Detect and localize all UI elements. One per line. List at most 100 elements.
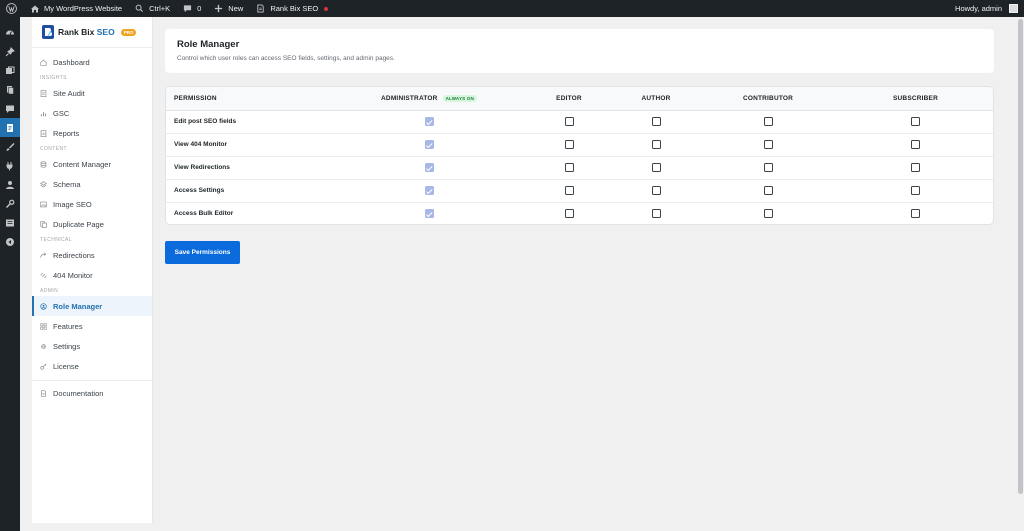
contributor-checkbox[interactable] <box>763 186 773 195</box>
author-checkbox[interactable] <box>651 186 661 195</box>
cell-contributor <box>698 156 838 180</box>
editor-checkbox[interactable] <box>564 209 574 219</box>
sidebar-item-gsc[interactable]: GSC <box>32 103 152 123</box>
command-palette-link[interactable]: Ctrl+K <box>128 0 176 17</box>
sidebar-item-settings[interactable]: Settings <box>32 336 152 356</box>
rank-bix-menu-icon[interactable] <box>0 118 20 137</box>
cell-contributor <box>698 133 838 157</box>
rank-bix-logo-icon <box>42 25 54 39</box>
editor-checkbox[interactable] <box>564 163 574 172</box>
permissions-table-body: Edit post SEO fields View 404 Monitor View… <box>166 110 993 224</box>
table-row: Edit post SEO fields <box>166 110 993 134</box>
sidebar-item-label: Duplicate Page <box>53 219 104 229</box>
database-icon <box>40 160 47 168</box>
author-checkbox[interactable] <box>651 163 661 172</box>
wp-admin-menu <box>0 17 20 531</box>
sidebar-divider <box>32 380 152 381</box>
permission-label: View 404 Monitor <box>166 133 334 157</box>
contributor-checkbox[interactable] <box>763 117 773 126</box>
search-icon <box>134 3 145 14</box>
plugins-plug-icon[interactable] <box>0 156 20 175</box>
collapse-menu-icon[interactable] <box>0 232 20 251</box>
cell-editor <box>524 110 614 134</box>
dashboard-menu-icon[interactable] <box>0 23 20 42</box>
cell-subscriber <box>838 133 993 157</box>
subscriber-checkbox[interactable] <box>911 117 920 126</box>
sidebar-item-role-manager[interactable]: Role Manager <box>32 296 152 316</box>
table-row: View Redirections <box>166 156 993 180</box>
brand-name-main: Rank Bix <box>58 27 95 37</box>
account-menu[interactable]: Howdy, admin <box>949 0 1024 17</box>
contributor-checkbox[interactable] <box>763 140 773 149</box>
sidebar-item-license[interactable]: License <box>32 356 152 376</box>
sidebar-item-label: Schema <box>53 179 81 189</box>
sidebar-item-reports[interactable]: Reports <box>32 123 152 143</box>
cell-administrator <box>334 202 524 224</box>
comments-menu-icon[interactable] <box>0 99 20 118</box>
sidebar-item-label: Content Manager <box>53 159 111 169</box>
editor-checkbox[interactable] <box>564 140 574 149</box>
sidebar-item-dashboard[interactable]: Dashboard <box>32 52 152 72</box>
author-checkbox[interactable] <box>651 209 661 219</box>
sidebar-item-schema[interactable]: Schema <box>32 174 152 194</box>
new-content-link[interactable]: New <box>207 0 249 17</box>
author-checkbox[interactable] <box>651 117 661 126</box>
gear-icon <box>40 343 47 350</box>
subscriber-checkbox[interactable] <box>911 140 920 149</box>
home-outline-icon <box>40 59 47 66</box>
cell-author <box>614 156 698 180</box>
sidebar-item-label: Site Audit <box>53 88 85 98</box>
key-icon <box>40 362 47 370</box>
media-icon[interactable] <box>0 61 20 80</box>
sidebar-item-documentation[interactable]: Documentation <box>32 383 152 403</box>
page-scrollbar-thumb[interactable] <box>1018 19 1023 494</box>
appearance-brush-icon[interactable] <box>0 137 20 156</box>
section-technical: TECHNICAL <box>40 236 72 243</box>
cell-author <box>614 179 698 203</box>
sidebar-item-features[interactable]: Features <box>32 316 152 336</box>
editor-checkbox[interactable] <box>564 117 574 126</box>
posts-pin-icon[interactable] <box>0 42 20 61</box>
contributor-checkbox[interactable] <box>763 163 773 172</box>
plugin-menu-link[interactable]: Rank Bix SEO <box>249 0 334 17</box>
contributor-checkbox[interactable] <box>763 209 773 219</box>
new-label: New <box>228 4 244 13</box>
cell-administrator <box>334 110 524 134</box>
editor-checkbox[interactable] <box>564 186 574 195</box>
section-content: CONTENT <box>40 145 67 152</box>
comments-count: 0 <box>197 4 202 13</box>
administrator-checkbox <box>424 117 434 126</box>
comments-link[interactable]: 0 <box>176 0 207 17</box>
sidebar-item-label: 404 Monitor <box>53 270 93 280</box>
report-doc-icon <box>40 129 47 137</box>
sidebar-item-image-seo[interactable]: Image SEO <box>32 194 152 214</box>
tools-wrench-icon[interactable] <box>0 194 20 213</box>
subscriber-checkbox[interactable] <box>911 186 920 195</box>
cell-contributor <box>698 179 838 203</box>
cell-editor <box>524 156 614 180</box>
subscriber-checkbox[interactable] <box>911 209 920 219</box>
admin-bar: My WordPress Website Ctrl+K 0 New Rank B… <box>0 0 1024 17</box>
sidebar-item-redirections[interactable]: Redirections <box>32 245 152 265</box>
sidebar-item-content-manager[interactable]: Content Manager <box>32 154 152 174</box>
image-icon <box>40 201 47 208</box>
table-row: Access Bulk Editor <box>166 202 993 224</box>
settings-sliders-icon[interactable] <box>0 213 20 232</box>
brand-name-accent: SEO <box>96 27 115 37</box>
site-name-link[interactable]: My WordPress Website <box>23 0 128 17</box>
administrator-checkbox <box>424 186 434 195</box>
column-header-author: AUTHOR <box>614 87 698 111</box>
users-icon[interactable] <box>0 175 20 194</box>
subscriber-checkbox[interactable] <box>911 163 920 172</box>
cell-editor <box>524 179 614 203</box>
column-header-editor: EDITOR <box>524 87 614 111</box>
avatar <box>1009 4 1018 13</box>
pages-icon[interactable] <box>0 80 20 99</box>
sidebar-item-404-monitor[interactable]: 404 Monitor <box>32 265 152 285</box>
column-header-subscriber: SUBSCRIBER <box>838 87 993 111</box>
wp-logo-menu[interactable] <box>0 0 23 17</box>
author-checkbox[interactable] <box>651 140 661 149</box>
save-permissions-button[interactable]: Save Permissions <box>165 241 240 264</box>
sidebar-item-site-audit[interactable]: Site Audit <box>32 83 152 103</box>
sidebar-item-duplicate-page[interactable]: Duplicate Page <box>32 214 152 234</box>
